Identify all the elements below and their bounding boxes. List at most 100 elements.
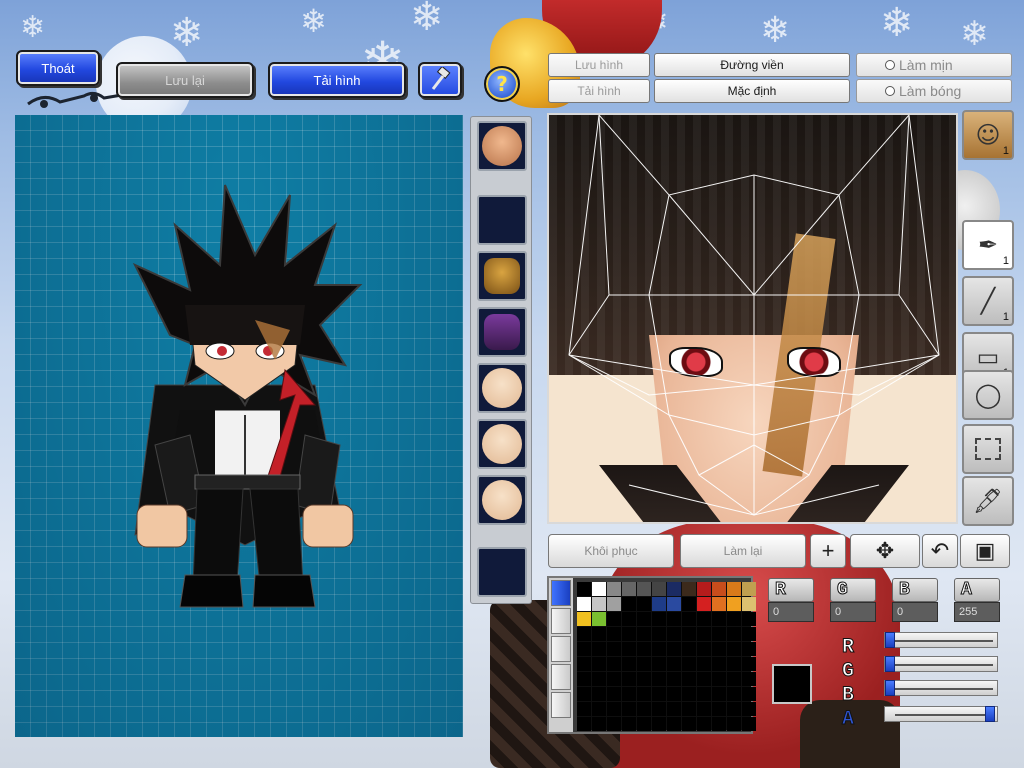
palette-cell[interactable] xyxy=(622,627,636,641)
palette-cell[interactable] xyxy=(592,702,606,716)
palette-cell[interactable] xyxy=(637,597,651,611)
palette-cell[interactable] xyxy=(727,582,741,596)
pen-tool[interactable]: ✒ 1 xyxy=(962,220,1014,270)
palette-cell[interactable] xyxy=(667,582,681,596)
load-image-button[interactable]: Tải hình xyxy=(548,79,650,103)
outline-button[interactable]: Đường viền xyxy=(654,53,850,77)
palette-tab[interactable] xyxy=(551,636,571,662)
palette-cell[interactable] xyxy=(622,597,636,611)
palette-cell[interactable] xyxy=(697,672,711,686)
palette-cell[interactable] xyxy=(622,612,636,626)
palette-cell[interactable] xyxy=(577,687,591,701)
palette-cell[interactable] xyxy=(607,672,621,686)
palette-cell[interactable] xyxy=(712,627,726,641)
gloss-radio[interactable]: Làm bóng xyxy=(856,79,1012,103)
palette-cell[interactable] xyxy=(727,627,741,641)
palette-cell[interactable] xyxy=(592,717,606,731)
slot-empty[interactable] xyxy=(477,195,527,245)
palette-cell[interactable] xyxy=(712,642,726,656)
palette-cell[interactable] xyxy=(622,717,636,731)
character-preview[interactable] xyxy=(15,115,463,737)
palette-cell[interactable] xyxy=(592,657,606,671)
blue-slider[interactable] xyxy=(884,680,998,696)
slot-skin[interactable] xyxy=(477,475,527,525)
palette-cell[interactable] xyxy=(607,582,621,596)
palette-cell[interactable] xyxy=(682,642,696,656)
palette-cell[interactable] xyxy=(622,687,636,701)
palette-cell[interactable] xyxy=(697,597,711,611)
palette-cell[interactable] xyxy=(742,597,756,611)
palette-cell[interactable] xyxy=(667,612,681,626)
palette-cell[interactable] xyxy=(637,582,651,596)
palette-cell[interactable] xyxy=(637,612,651,626)
palette-cell[interactable] xyxy=(742,657,756,671)
hammer-button[interactable] xyxy=(418,62,462,98)
palette-cell[interactable] xyxy=(637,657,651,671)
palette-cell[interactable] xyxy=(592,612,606,626)
palette-tab[interactable] xyxy=(551,580,571,606)
palette-cell[interactable] xyxy=(712,657,726,671)
blue-value-field[interactable]: 0 xyxy=(892,602,938,622)
palette-cell[interactable] xyxy=(727,717,741,731)
palette-cell[interactable] xyxy=(667,672,681,686)
palette-cell[interactable] xyxy=(652,672,666,686)
green-value-field[interactable]: 0 xyxy=(830,602,876,622)
slider-knob[interactable] xyxy=(985,706,995,722)
palette-cell[interactable] xyxy=(607,597,621,611)
palette-cell[interactable] xyxy=(712,612,726,626)
slider-knob[interactable] xyxy=(885,656,895,672)
texture-editor-canvas[interactable] xyxy=(547,113,958,524)
palette-cell[interactable] xyxy=(667,717,681,731)
palette-cell[interactable] xyxy=(607,687,621,701)
palette-cell[interactable] xyxy=(712,687,726,701)
palette-cell[interactable] xyxy=(697,612,711,626)
palette-cell[interactable] xyxy=(607,717,621,731)
palette-cell[interactable] xyxy=(667,627,681,641)
palette-cell[interactable] xyxy=(652,582,666,596)
slot-outfit[interactable] xyxy=(477,307,527,357)
palette-cell[interactable] xyxy=(682,702,696,716)
palette-cell[interactable] xyxy=(697,642,711,656)
selection-tool[interactable] xyxy=(962,424,1014,474)
reload-image-button[interactable]: Tải hình xyxy=(268,62,406,98)
slot-hat[interactable] xyxy=(477,251,527,301)
save-button[interactable]: Lưu lại xyxy=(116,62,254,98)
palette-cell[interactable] xyxy=(652,612,666,626)
palette-cell[interactable] xyxy=(727,657,741,671)
palette-cell[interactable] xyxy=(682,582,696,596)
palette-cell[interactable] xyxy=(607,657,621,671)
palette-cell[interactable] xyxy=(712,582,726,596)
palette-cell[interactable] xyxy=(742,702,756,716)
restore-button[interactable]: Khôi phục xyxy=(548,534,674,568)
palette-cell[interactable] xyxy=(727,642,741,656)
palette-cell[interactable] xyxy=(742,687,756,701)
slot-face[interactable] xyxy=(477,363,527,413)
green-slider[interactable] xyxy=(884,656,998,672)
palette-cell[interactable] xyxy=(637,672,651,686)
slot-body[interactable] xyxy=(477,419,527,469)
palette-cell[interactable] xyxy=(607,627,621,641)
palette-cell[interactable] xyxy=(697,657,711,671)
palette-cell[interactable] xyxy=(682,612,696,626)
palette-cell[interactable] xyxy=(652,687,666,701)
palette-cell[interactable] xyxy=(637,702,651,716)
red-slider[interactable] xyxy=(884,632,998,648)
layer-button[interactable]: ▣ xyxy=(960,534,1010,568)
palette-cell[interactable] xyxy=(742,672,756,686)
palette-cell[interactable] xyxy=(577,597,591,611)
eyedropper-tool[interactable]: 🖋 xyxy=(962,476,1014,526)
palette-cell[interactable] xyxy=(697,627,711,641)
alpha-slider[interactable] xyxy=(884,706,998,722)
palette-cell[interactable] xyxy=(577,717,591,731)
palette-tab[interactable] xyxy=(551,692,571,718)
palette-tab[interactable] xyxy=(551,664,571,690)
smooth-radio[interactable]: Làm mịn xyxy=(856,53,1012,77)
palette-cell[interactable] xyxy=(577,642,591,656)
palette-cell[interactable] xyxy=(652,657,666,671)
palette-tab[interactable] xyxy=(551,608,571,634)
slider-knob[interactable] xyxy=(885,680,895,696)
palette-cell[interactable] xyxy=(622,702,636,716)
palette-cell[interactable] xyxy=(637,717,651,731)
palette-cell[interactable] xyxy=(682,627,696,641)
add-button[interactable]: + xyxy=(810,534,846,568)
